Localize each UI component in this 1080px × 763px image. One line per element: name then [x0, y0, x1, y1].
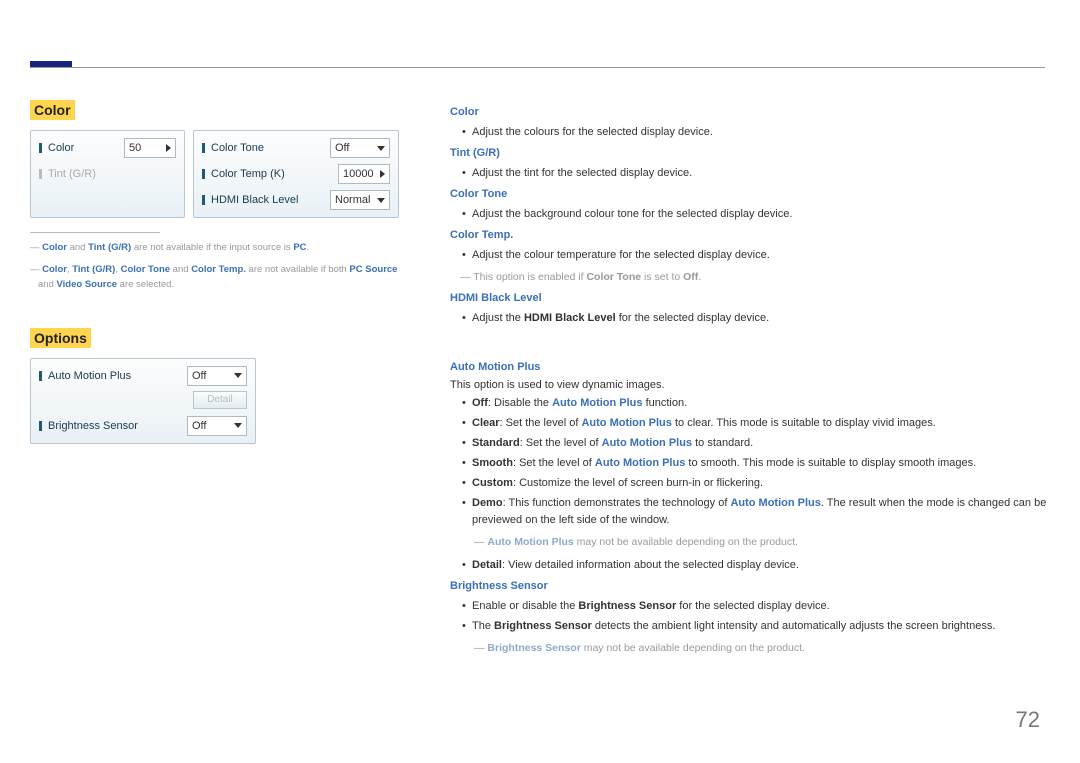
amp-label: Auto Motion Plus: [48, 370, 181, 382]
options-panel-block: Auto Motion Plus Off Detail Brightness S…: [30, 358, 256, 444]
row-marker-icon: [202, 143, 205, 153]
row-marker-icon: [39, 371, 42, 381]
tint-desc: Adjust the tint for the selected display…: [450, 165, 1050, 182]
hdmi-head: HDMI Black Level: [450, 292, 1050, 304]
options-panel: Auto Motion Plus Off Detail Brightness S…: [30, 358, 410, 444]
section-heading-options: Options: [30, 328, 91, 348]
color-panel-right: Color Tone Off Color Temp (K) 10000 HDMI…: [193, 130, 399, 218]
row-marker-icon: [202, 169, 205, 179]
row-marker-icon: [202, 195, 205, 205]
header-rule: [30, 67, 1045, 68]
color-tone-dropdown[interactable]: Off: [330, 138, 390, 158]
amp-intro: This option is used to view dynamic imag…: [450, 379, 1050, 391]
colortemp-desc: Adjust the colour temperature for the se…: [450, 247, 1050, 264]
tint-head: Tint (G/R): [450, 147, 1050, 159]
color-row: Color 50: [35, 135, 180, 161]
bs-head: Brightness Sensor: [450, 580, 1050, 592]
amp-off-item: Off: Disable the Auto Motion Plus functi…: [450, 395, 1050, 412]
color-desc: Adjust the colours for the selected disp…: [450, 124, 1050, 141]
tint-label: Tint (G/R): [48, 168, 176, 180]
tint-row: Tint (G/R): [35, 161, 180, 187]
left-column: Color Color 50 Tint (G/R) Color Tone Off: [30, 100, 430, 663]
bs-dropdown[interactable]: Off: [187, 416, 247, 436]
footnote-1: ― Color and Tint (G/R) are not available…: [30, 241, 410, 255]
footnote-rule: [30, 232, 160, 233]
page-number: 72: [1016, 707, 1040, 733]
footnote-2: ― Color, Tint (G/R), Color Tone and Colo…: [30, 263, 410, 292]
bs-note: ― Brightness Sensor may not be available…: [450, 641, 1050, 657]
row-marker-icon: [39, 169, 42, 179]
detail-button[interactable]: Detail: [193, 391, 247, 409]
amp-clear-item: Clear: Set the level of Auto Motion Plus…: [450, 415, 1050, 432]
color-temp-row: Color Temp (K) 10000: [198, 161, 394, 187]
brightness-sensor-row: Brightness Sensor Off: [35, 413, 251, 439]
row-marker-icon: [39, 421, 42, 431]
section-heading-color: Color: [30, 100, 75, 120]
color-head: Color: [450, 106, 1050, 118]
amp-detail-item: Detail: View detailed information about …: [450, 557, 1050, 574]
color-temp-label: Color Temp (K): [211, 168, 332, 180]
hdmi-black-row: HDMI Black Level Normal: [198, 187, 394, 213]
auto-motion-plus-row: Auto Motion Plus Off: [35, 363, 251, 389]
amp-note: ― Auto Motion Plus may not be available …: [450, 535, 1050, 551]
bs-desc-1: Enable or disable the Brightness Sensor …: [450, 598, 1050, 615]
colortemp-note: ― This option is enabled if Color Tone i…: [450, 270, 1050, 286]
amp-head: Auto Motion Plus: [450, 361, 1050, 373]
colortone-desc: Adjust the background colour tone for th…: [450, 206, 1050, 223]
amp-dropdown[interactable]: Off: [187, 366, 247, 386]
bs-label: Brightness Sensor: [48, 420, 181, 432]
colortone-head: Color Tone: [450, 188, 1050, 200]
amp-demo-item: Demo: This function demonstrates the tec…: [450, 495, 1050, 529]
color-tone-label: Color Tone: [211, 142, 324, 154]
color-panel-left: Color 50 Tint (G/R): [30, 130, 185, 218]
amp-standard-item: Standard: Set the level of Auto Motion P…: [450, 435, 1050, 452]
hdmi-desc: Adjust the HDMI Black Level for the sele…: [450, 310, 1050, 327]
hdmi-black-dropdown[interactable]: Normal: [330, 190, 390, 210]
color-temp-spinner[interactable]: 10000: [338, 164, 390, 184]
color-tone-row: Color Tone Off: [198, 135, 394, 161]
bs-desc-2: The Brightness Sensor detects the ambien…: [450, 618, 1050, 635]
right-column: Color Adjust the colours for the selecte…: [430, 100, 1050, 663]
color-settings-panel: Color 50 Tint (G/R) Color Tone Off Color…: [30, 130, 410, 218]
amp-custom-item: Custom: Customize the level of screen bu…: [450, 475, 1050, 492]
row-marker-icon: [39, 143, 42, 153]
color-value-spinner[interactable]: 50: [124, 138, 176, 158]
amp-smooth-item: Smooth: Set the level of Auto Motion Plu…: [450, 455, 1050, 472]
hdmi-black-label: HDMI Black Level: [211, 194, 324, 206]
color-label: Color: [48, 142, 118, 154]
colortemp-head: Color Temp.: [450, 229, 1050, 241]
